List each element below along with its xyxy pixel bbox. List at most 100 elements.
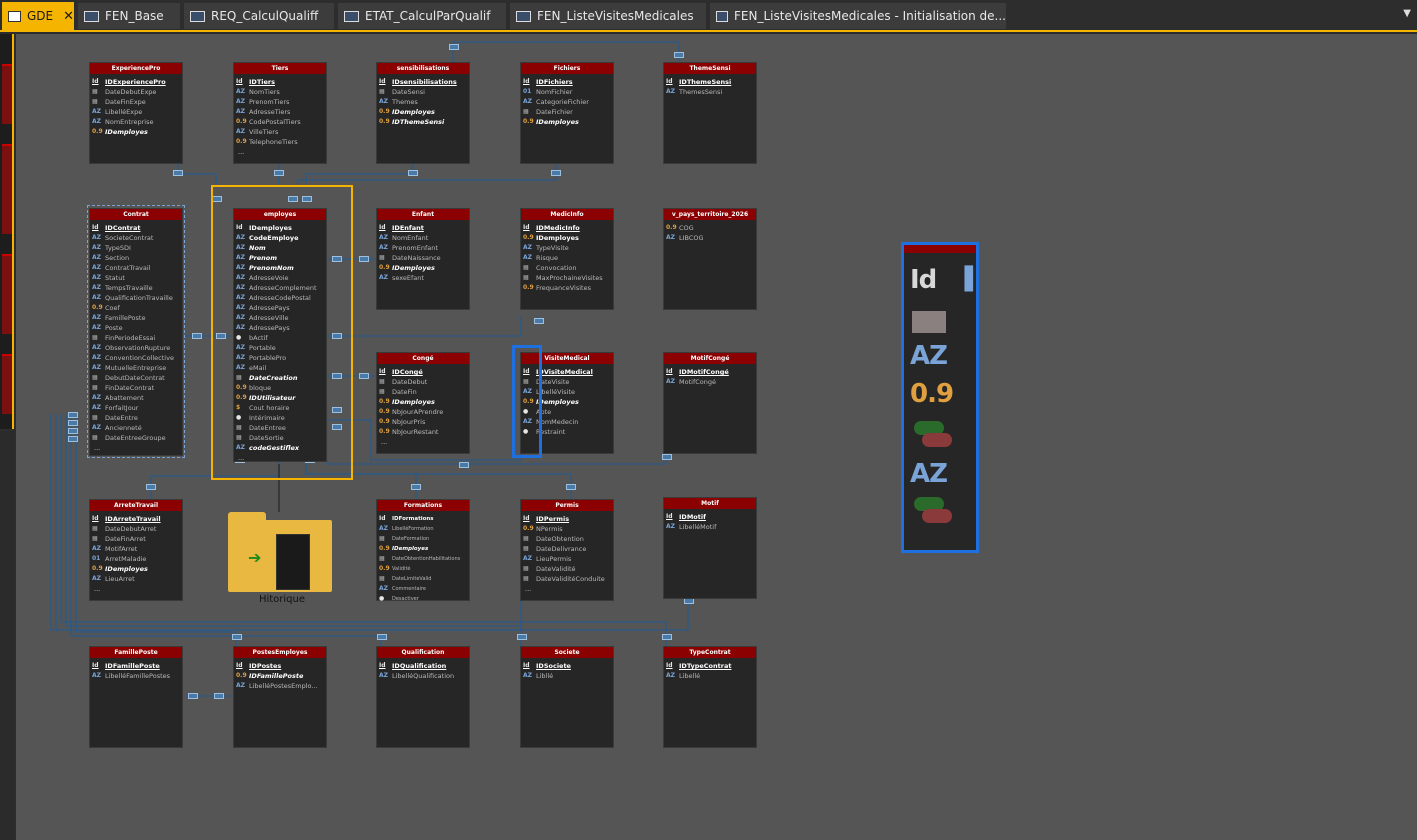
link-badge[interactable] [68, 436, 78, 442]
link-badge[interactable] [566, 484, 576, 490]
field[interactable]: AZ CategorieFichier [523, 97, 613, 107]
tab-fen-listevisitesmedicales[interactable]: FEN_ListeVisitesMedicales [510, 3, 706, 29]
field[interactable]: Id IDContrat [92, 223, 182, 233]
tab-fen-base[interactable]: FEN_Base [78, 3, 180, 29]
tab-req-calculqualiff[interactable]: REQ_CalculQualiff [184, 3, 334, 29]
link-badge[interactable] [332, 373, 342, 379]
field[interactable]: AZ Ancienneté [92, 423, 182, 433]
link-badge[interactable] [332, 256, 342, 262]
field[interactable]: AZ AdresseComplement [236, 283, 326, 293]
close-icon[interactable]: ✕ [63, 9, 74, 24]
field[interactable]: 0.9 IDemployes [92, 127, 182, 137]
field[interactable]: Id IDFichiers [523, 77, 613, 87]
thumbnail[interactable] [2, 254, 12, 334]
field[interactable]: AZ LIBCOG [666, 233, 756, 243]
field[interactable]: 0.9 IDemployes [523, 397, 613, 407]
link-badge[interactable] [377, 634, 387, 640]
field[interactable]: 0.9 NbJourRestant [379, 427, 469, 437]
more-fields[interactable]: ... [379, 437, 469, 447]
table-formations[interactable]: Formations Id IDFormations AZ LibelléForma… [376, 499, 470, 604]
field[interactable]: Id IDQualification [379, 661, 469, 671]
field[interactable]: AZ FamillePoste [92, 313, 182, 323]
field[interactable]: AZ LibelléVisite [523, 387, 613, 397]
left-thumbnail-panel[interactable] [0, 34, 14, 429]
link-badge[interactable] [173, 170, 183, 176]
link-badge[interactable] [332, 407, 342, 413]
field[interactable]: AZ VilleTiers [236, 127, 326, 137]
link-badge[interactable] [408, 170, 418, 176]
field[interactable]: ▦ DateCreation [236, 373, 326, 383]
more-fields[interactable]: ... [523, 584, 613, 594]
tab-list-dropdown-icon[interactable]: ▼ [1403, 8, 1411, 19]
field[interactable]: ▦ DateDebut [379, 377, 469, 387]
field[interactable]: Id IDsensibilisations [379, 77, 469, 87]
table-motifconge[interactable]: MotifCongé Id IDMotifCongé AZ MotifCongé [663, 352, 757, 454]
field[interactable]: AZ ObservationRupture [92, 343, 182, 353]
more-fields[interactable]: ... [92, 443, 182, 453]
field[interactable]: 0.9 CodePostalTiers [236, 117, 326, 127]
link-badge[interactable] [188, 693, 198, 699]
field[interactable]: AZ QualificationTravaille [92, 293, 182, 303]
field[interactable]: Id IDMotifCongé [666, 367, 756, 377]
field[interactable]: AZ LibelléExpe [92, 107, 182, 117]
table-v-pays-territoire[interactable]: v_pays_territoire_2026 0.9 COG AZ LIBCOG [663, 208, 757, 310]
field[interactable]: Id IDMotif [666, 512, 756, 522]
table-societe[interactable]: Societe Id IDSociete AZ Libllé [520, 646, 614, 748]
table-postesemployes[interactable]: PostesEmployes Id IDPostes 0.9 IDFamillePo… [233, 646, 327, 748]
link-badge[interactable] [662, 454, 672, 460]
field[interactable]: AZ AdresseVoie [236, 273, 326, 283]
field[interactable]: Id IDMedicInfo [523, 223, 613, 233]
field[interactable]: 0.9 IDemployes [379, 544, 469, 554]
table-experiencepro[interactable]: ExperiencePro Id IDExperiencePro ▦ DateDeb… [89, 62, 183, 164]
field[interactable]: AZ Libellé [666, 671, 756, 681]
field[interactable]: 0.9 IDemployes [379, 263, 469, 273]
field[interactable]: 0.9 IDemployes [523, 117, 613, 127]
field[interactable]: ● Desactiver [379, 594, 469, 604]
field[interactable]: Id IDThemeSensi [666, 77, 756, 87]
field[interactable]: AZ eMail [236, 363, 326, 373]
field[interactable]: Id IDEnfant [379, 223, 469, 233]
field[interactable]: ▦ Convocation [523, 263, 613, 273]
field[interactable]: AZ LibelléPostesEmplo... [236, 681, 326, 691]
link-badge[interactable] [332, 424, 342, 430]
field[interactable]: ▦ DateEntreeGroupe [92, 433, 182, 443]
link-badge[interactable] [359, 256, 369, 262]
field[interactable]: Id IDExperiencePro [92, 77, 182, 87]
field[interactable]: 0.9 IDemployes [92, 564, 182, 574]
field[interactable]: AZ TypeVisite [523, 243, 613, 253]
field[interactable]: ▦ DateLimiteValid [379, 574, 469, 584]
field[interactable]: $ Cout horaire [236, 403, 326, 413]
field[interactable]: AZ Prenom [236, 253, 326, 263]
link-badge[interactable] [551, 170, 561, 176]
field[interactable]: Id IDFormations [379, 514, 469, 524]
field[interactable]: ▦ DateFinArret [92, 534, 182, 544]
field[interactable]: AZ Commentaire [379, 584, 469, 594]
tab-gde[interactable]: GDE ✕ [2, 2, 74, 30]
field[interactable]: Id IDFamillePoste [92, 661, 182, 671]
table-medicinfo[interactable]: MedicInfo Id IDMedicInfo 0.9 IDemployes AZ… [520, 208, 614, 310]
field[interactable]: AZ AdressePays [236, 303, 326, 313]
link-badge[interactable] [68, 428, 78, 434]
field[interactable]: 0.9 IDThemeSensi [379, 117, 469, 127]
field[interactable]: AZ ContratTravail [92, 263, 182, 273]
field[interactable]: ▦ DateObtention [523, 534, 613, 544]
field[interactable]: AZ PrenomTiers [236, 97, 326, 107]
link-badge[interactable] [214, 693, 224, 699]
thumbnail[interactable] [2, 144, 12, 234]
field[interactable]: AZ MotifCongé [666, 377, 756, 387]
table-tiers[interactable]: Tiers Id IDTiers AZ NomTiers AZ PrenomTiers… [233, 62, 327, 164]
field[interactable]: AZ LibelléQualification [379, 671, 469, 681]
field[interactable]: AZ Section [92, 253, 182, 263]
field[interactable]: Id IDArreteTravail [92, 514, 182, 524]
field[interactable]: AZ Statut [92, 273, 182, 283]
field[interactable]: AZ ForfaitJour [92, 403, 182, 413]
link-badge[interactable] [274, 170, 284, 176]
field[interactable]: ▦ DebutDateContrat [92, 373, 182, 383]
table-familleposte[interactable]: FamillePoste Id IDFamillePoste AZ LibelléF… [89, 646, 183, 748]
field[interactable]: ● Intérimaire [236, 413, 326, 423]
field[interactable]: 0.9 Validité [379, 564, 469, 574]
field[interactable]: ● bActif [236, 333, 326, 343]
field[interactable]: ▦ DateValidité [523, 564, 613, 574]
field[interactable]: Id IDTiers [236, 77, 326, 87]
analysis-diagram-canvas[interactable]: ExperiencePro Id IDExperiencePro ▦ DateDeb… [16, 34, 1417, 840]
